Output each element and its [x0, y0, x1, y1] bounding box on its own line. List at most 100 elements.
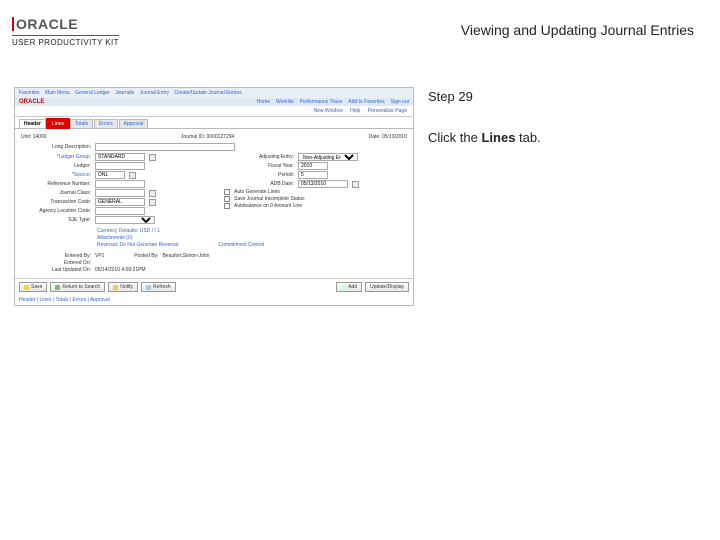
entered-by-value: VP1 [95, 253, 104, 259]
lookup-icon[interactable] [129, 172, 136, 179]
add-button[interactable]: Add [336, 282, 362, 292]
tab-totals[interactable]: Totals [70, 119, 93, 128]
link-commitment-control[interactable]: Commitment Control [218, 242, 264, 248]
long-desc-label: Long Description: [21, 144, 91, 150]
lookup-icon[interactable] [149, 154, 156, 161]
save-button[interactable]: Save [19, 282, 47, 292]
autogen-label: Auto Generate Lines [234, 189, 280, 195]
journal-id-value: 0000127294 [206, 134, 234, 140]
link-new-window[interactable]: New Window [314, 108, 343, 114]
adj-entry-label: Adjusting Entry: [224, 154, 294, 160]
refresh-button[interactable]: Refresh [141, 282, 176, 292]
breadcrumb-item[interactable]: Journal Entry [140, 90, 169, 96]
autogen-checkbox[interactable] [224, 189, 230, 195]
fy-label: Fiscal Year: [224, 163, 294, 169]
refno-input[interactable] [95, 180, 145, 188]
savejinc-checkbox[interactable] [224, 196, 230, 202]
ledger-group-input[interactable] [95, 153, 145, 161]
entered-by-label: Entered By: [21, 253, 91, 259]
tab-header[interactable]: Header [19, 119, 46, 128]
footer-tab-links[interactable]: Header | Lines | Totals | Errors | Appro… [15, 295, 413, 305]
sje-label: SJE Type: [21, 217, 91, 223]
oracle-logo: ORACLE [12, 16, 119, 32]
top-menu-perf[interactable]: Performance Trace [300, 99, 343, 105]
app-top-menu: Home Worklist Performance Trace Add to F… [257, 99, 409, 105]
add-button-label: Add [348, 284, 357, 290]
ledger-group-label: *Ledger Group: [21, 154, 91, 160]
savejinc-label: Save Journal Incomplete Status [234, 196, 305, 202]
top-menu-signout[interactable]: Sign out [391, 99, 409, 105]
document-title: Viewing and Updating Journal Entries [461, 10, 708, 38]
breadcrumb: Favorites Main Menu General Ledger Journ… [15, 88, 413, 98]
adb-label: ADB Date: [224, 181, 294, 187]
add-icon [341, 285, 346, 290]
tcode-input[interactable] [95, 198, 145, 206]
agency-label: Agency Location Code: [21, 208, 91, 214]
instructions-pane: Step 29 Click the Lines tab. [428, 87, 706, 306]
calendar-icon[interactable] [352, 181, 359, 188]
breadcrumb-item[interactable]: Main Menu [45, 90, 70, 96]
notify-icon [113, 285, 118, 290]
breadcrumb-item[interactable]: General Ledger [75, 90, 110, 96]
instruction-bold: Lines [481, 130, 515, 145]
ledger-input[interactable] [95, 162, 145, 170]
app-screenshot-pane: Favorites Main Menu General Ledger Journ… [14, 87, 414, 306]
lookup-icon[interactable] [149, 199, 156, 206]
app-brand-row: ORACLE Home Worklist Performance Trace A… [15, 98, 413, 106]
adb-input[interactable] [298, 180, 348, 188]
tab-approval[interactable]: Approval [119, 119, 149, 128]
adj-entry-select[interactable]: Non-Adjusting Entry [298, 153, 358, 161]
last-updated-label: Last Updated On: [21, 267, 91, 273]
source-label: *Source: [21, 172, 91, 178]
agency-input[interactable] [95, 207, 145, 215]
last-updated-value: 05/14/2010 4:09:21PM [95, 267, 146, 273]
breadcrumb-item[interactable]: Create/Update Journal Entries [174, 90, 241, 96]
date-value: 05/13/2010 [382, 134, 407, 140]
link-attachments[interactable]: Attachments (0) [97, 235, 407, 241]
refresh-button-label: Refresh [153, 284, 171, 290]
tab-strip: Header Lines Totals Errors Approval [15, 117, 413, 128]
instruction-prefix: Click the [428, 130, 481, 145]
brand-block: ORACLE USER PRODUCTIVITY KIT [12, 16, 119, 47]
upk-label: USER PRODUCTIVITY KIT [12, 35, 119, 47]
unit-value: 14000 [33, 134, 47, 140]
status-block: Entered By:VP1 Posted By:Beaufort,Simon-… [21, 253, 407, 273]
top-menu-home[interactable]: Home [257, 99, 270, 105]
journal-class-input[interactable] [95, 189, 145, 197]
step-label: Step 29 [428, 89, 706, 104]
save-button-label: Save [31, 284, 42, 290]
brand-word: ORACLE [16, 16, 78, 32]
save-icon [24, 285, 29, 290]
link-personalize[interactable]: Personalize Page [368, 108, 407, 114]
tab-lines[interactable]: Lines [47, 119, 69, 128]
top-menu-fav[interactable]: Add to Favorites [348, 99, 384, 105]
form-links: Currency Defaults: USD / / 1 Attachments… [21, 225, 407, 251]
refno-label: Reference Number: [21, 181, 91, 187]
period-input[interactable] [298, 171, 328, 179]
top-menu-worklist[interactable]: Worklist [276, 99, 294, 105]
notify-button-label: Notify [120, 284, 133, 290]
return-button[interactable]: Return to Search [50, 282, 105, 292]
link-reversal[interactable]: Reversal: Do Not Generate Reversal [97, 242, 178, 248]
long-desc-input[interactable] [95, 143, 235, 151]
source-input[interactable] [95, 171, 125, 179]
lookup-icon[interactable] [149, 190, 156, 197]
autobal-label: Autobalance on 0 Amount Line [234, 203, 302, 209]
autobal-checkbox[interactable] [224, 203, 230, 209]
tab-errors[interactable]: Errors [94, 119, 118, 128]
journal-id-label: Journal ID: [181, 134, 205, 140]
update-display-button[interactable]: Update/Display [365, 282, 409, 292]
breadcrumb-item[interactable]: Favorites [19, 90, 40, 96]
link-currency-defaults[interactable]: Currency Defaults: USD / / 1 [97, 228, 407, 234]
return-button-label: Return to Search [62, 284, 100, 290]
oracle-app-window: Favorites Main Menu General Ledger Journ… [14, 87, 414, 306]
link-help[interactable]: Help [350, 108, 360, 114]
instruction-text: Click the Lines tab. [428, 130, 706, 145]
sje-select[interactable] [95, 216, 155, 224]
breadcrumb-item[interactable]: Journals [115, 90, 134, 96]
instruction-suffix: tab. [515, 130, 540, 145]
return-icon [55, 285, 60, 290]
fy-input[interactable] [298, 162, 328, 170]
notify-button[interactable]: Notify [108, 282, 138, 292]
date-label: Date: [369, 134, 381, 140]
